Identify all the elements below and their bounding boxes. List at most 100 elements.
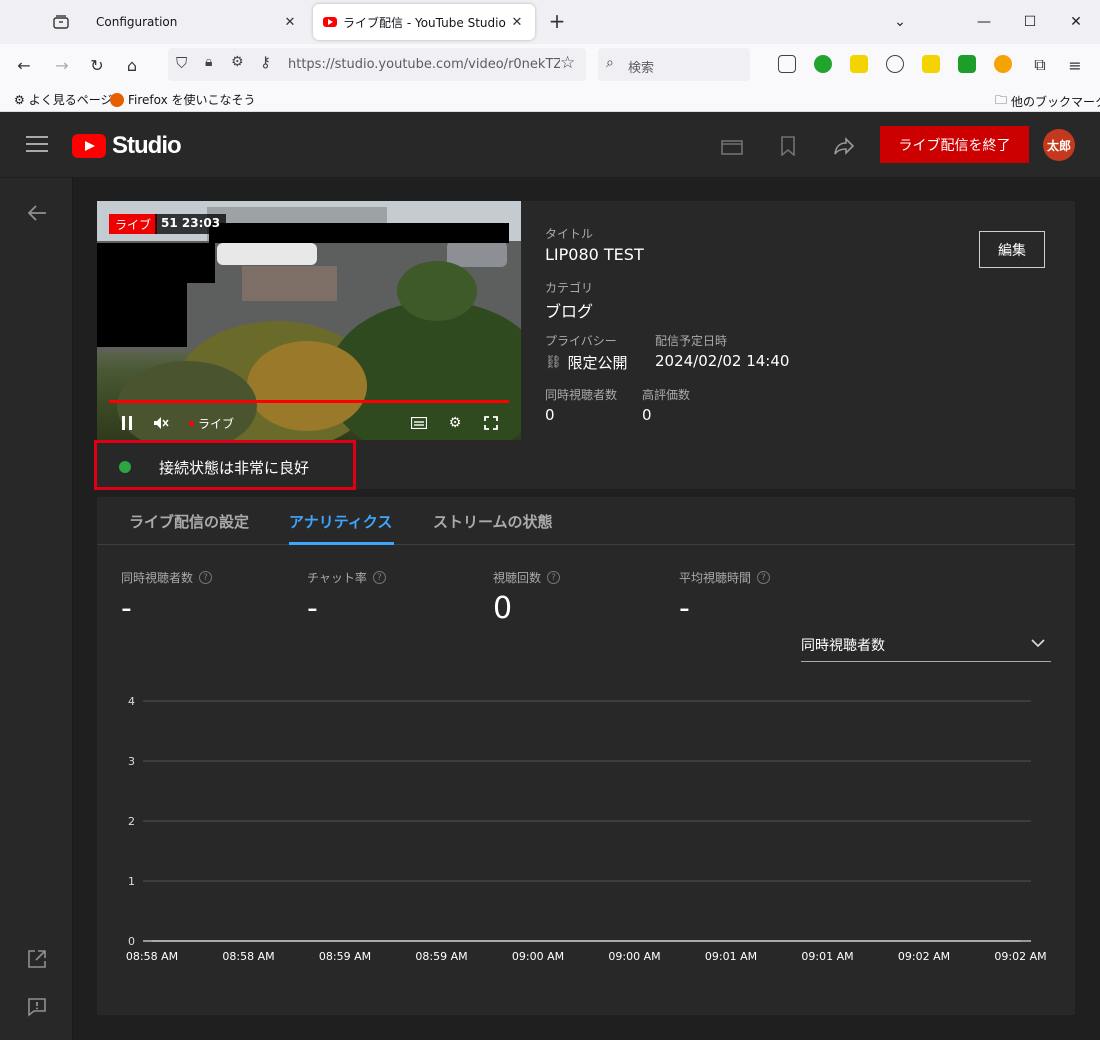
shrub xyxy=(247,341,367,431)
extensions-icon[interactable]: ⧉ xyxy=(1028,53,1052,77)
main-content: ライブ 51 23:03 ライブ ⚙ タイトル LIP080 TEST カテゴリ… xyxy=(73,178,1100,1040)
tab-youtube-studio[interactable]: ライブ配信 - YouTube Studio ✕ xyxy=(313,4,535,40)
search-bar[interactable]: ⌕ 検索 xyxy=(598,48,750,81)
y-tick-label: 1 xyxy=(128,875,135,888)
share-icon[interactable] xyxy=(832,134,856,158)
tab-stream-settings[interactable]: ライブ配信の設定 xyxy=(129,511,249,532)
search-extension-icon[interactable] xyxy=(850,55,868,73)
back-arrow-icon[interactable] xyxy=(24,200,50,226)
tab-stream-health[interactable]: ストリームの状態 xyxy=(433,511,553,532)
title-value: LIP080 TEST xyxy=(545,245,644,264)
bookmark-other[interactable]: 🗀 他のブックマーク xyxy=(995,91,1100,112)
pocket-icon[interactable] xyxy=(778,55,796,73)
search-icon: ⌕ xyxy=(606,55,614,71)
fullscreen-icon[interactable] xyxy=(481,413,501,433)
edit-button[interactable]: 編集 xyxy=(979,231,1045,268)
help-icon[interactable]: ? xyxy=(199,571,213,584)
bookmark-label: 他のブックマーク xyxy=(1011,95,1100,109)
key-icon[interactable]: ⚷ xyxy=(260,53,271,71)
home-icon[interactable]: ⌂ xyxy=(120,53,144,77)
redaction-block xyxy=(97,263,187,347)
account-icon[interactable] xyxy=(886,55,904,73)
metric-value-concurrent: - xyxy=(121,591,132,626)
connection-status-row: 接続状態は非常に良好 xyxy=(94,440,1075,490)
back-arrow-icon[interactable]: ← xyxy=(12,53,36,77)
metric-label-chat-rate: チャット率 ? xyxy=(307,569,386,586)
bookmark-icon[interactable] xyxy=(776,134,800,158)
end-stream-button[interactable]: ライブ配信を終了 xyxy=(880,126,1029,163)
live-indicator[interactable]: ライブ xyxy=(189,415,234,432)
pause-icon[interactable] xyxy=(117,413,137,433)
translate-extension-icon[interactable] xyxy=(922,55,940,73)
chevron-down-icon xyxy=(1031,635,1045,651)
maximize-button[interactable]: ☐ xyxy=(1016,8,1044,36)
headphones-extension-icon[interactable] xyxy=(994,55,1012,73)
gear-icon: ⚙ xyxy=(14,92,25,107)
tab-analytics[interactable]: アナリティクス xyxy=(289,511,392,532)
settings-gear-icon[interactable]: ⚙ xyxy=(445,413,465,433)
bookmark-most-visited[interactable]: ⚙ よく見るページ xyxy=(14,91,113,108)
star-icon[interactable]: ☆ xyxy=(560,53,575,73)
privacy-value: ⛓ 限定公開 xyxy=(545,352,628,373)
shrub xyxy=(397,261,477,321)
category-label: カテゴリ xyxy=(545,281,594,295)
x-tick-label: 08:59 AM xyxy=(415,950,467,963)
tab-configuration[interactable]: Configuration ✕ xyxy=(86,4,308,40)
connection-status-text: 接続状態は非常に良好 xyxy=(159,459,310,477)
lock-icon[interactable]: 🔒︎ xyxy=(205,54,212,70)
reload-icon[interactable]: ↻ xyxy=(85,53,109,77)
tab-list-button[interactable] xyxy=(48,10,74,34)
check-extension-icon[interactable] xyxy=(814,55,832,73)
status-dot-icon xyxy=(119,461,131,473)
chevron-down-icon[interactable]: ⌄ xyxy=(886,8,914,36)
subtitles-icon[interactable] xyxy=(409,413,429,433)
close-icon[interactable]: ✕ xyxy=(509,15,525,30)
chart-metric-select[interactable]: 同時視聴者数 xyxy=(801,629,1051,662)
bookmark-firefox-tips[interactable]: Firefox を使いこなそう xyxy=(110,91,256,108)
new-tab-button[interactable]: + xyxy=(545,10,569,34)
permissions-icon[interactable]: ⚙ xyxy=(231,54,244,70)
checkbox-extension-icon[interactable] xyxy=(958,55,976,73)
help-icon[interactable]: ? xyxy=(547,571,561,584)
y-tick-label: 3 xyxy=(128,755,135,768)
timecode: 51 23:03 xyxy=(155,214,227,234)
shield-icon[interactable]: ⛉ xyxy=(176,54,187,72)
privacy-text: 限定公開 xyxy=(567,354,628,372)
car xyxy=(217,243,317,265)
minimize-button[interactable]: — xyxy=(970,8,998,36)
live-dot-icon xyxy=(189,421,194,426)
scheduled-label: 配信予定日時 xyxy=(655,334,728,348)
help-icon[interactable]: ? xyxy=(757,571,771,584)
studio-logo[interactable]: Studio xyxy=(72,132,182,160)
avatar[interactable]: 太郎 xyxy=(1043,129,1075,161)
menu-icon[interactable]: ≡ xyxy=(1063,53,1087,77)
forward-arrow-icon[interactable]: → xyxy=(50,53,74,77)
privacy-label: プライバシー xyxy=(545,334,617,348)
tab-title: Configuration xyxy=(96,15,178,29)
x-tick-label: 08:58 AM xyxy=(222,950,274,963)
help-icon[interactable]: ? xyxy=(372,571,386,584)
x-tick-label: 09:00 AM xyxy=(512,950,564,963)
x-tick-label: 09:01 AM xyxy=(801,950,853,963)
progress-bar[interactable] xyxy=(109,400,509,403)
url-bar[interactable]: ⛉ 🔒︎ ⚙ ⚷ https://studio.youtube.com/vide… xyxy=(168,48,586,81)
mute-icon[interactable] xyxy=(151,413,171,433)
concurrent-viewers-label: 同時視聴者数 xyxy=(545,388,618,402)
open-external-icon[interactable] xyxy=(24,946,50,972)
title-label: タイトル xyxy=(545,227,594,241)
url-text[interactable]: https://studio.youtube.com/video/r0nekTZ… xyxy=(288,57,560,72)
video-preview[interactable]: ライブ 51 23:03 ライブ ⚙ xyxy=(97,201,521,440)
x-tick-label: 09:00 AM xyxy=(608,950,660,963)
metric-value-views: 0 xyxy=(493,591,513,626)
close-window-button[interactable]: ✕ xyxy=(1062,8,1090,36)
x-tick-label: 08:58 AM xyxy=(126,950,178,963)
y-tick-label: 0 xyxy=(128,935,135,948)
clapperboard-icon[interactable] xyxy=(720,134,744,158)
feedback-icon[interactable] xyxy=(24,994,50,1020)
close-icon[interactable]: ✕ xyxy=(282,15,298,30)
metric-label-avg-watch-time: 平均視聴時間 ? xyxy=(679,569,771,586)
likes-value: 0 xyxy=(642,406,652,424)
analytics-tabs: ライブ配信の設定 アナリティクス ストリームの状態 xyxy=(97,497,1075,545)
category-value: ブログ xyxy=(545,302,594,321)
hamburger-menu-icon[interactable] xyxy=(26,136,48,154)
